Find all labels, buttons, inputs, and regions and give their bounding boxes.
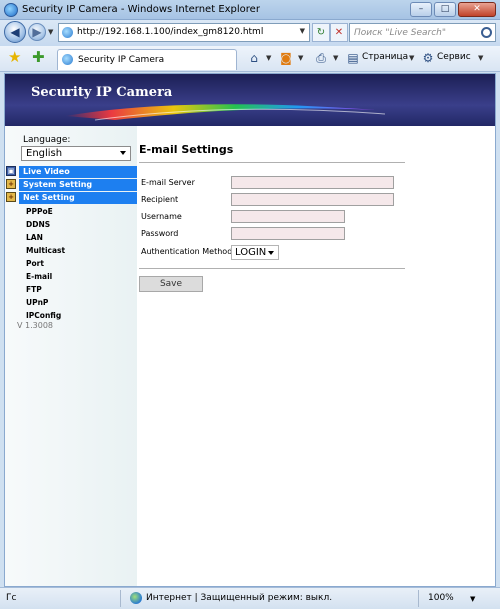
home-icon[interactable]: ⌂ [246, 50, 262, 66]
menu-item-ipconfig[interactable]: IPConfig [26, 311, 61, 320]
search-placeholder: Поиск "Live Search" [354, 28, 447, 38]
banner-brand: Security IP Camera [31, 85, 173, 100]
zoom-dropdown-icon[interactable]: ▼ [470, 595, 475, 603]
firmware-version: V 1.3008 [17, 321, 54, 330]
tab-page-icon [62, 54, 73, 65]
window-controls: – □ ✕ [410, 2, 496, 17]
menu-item-pppoe[interactable]: PPPoE [26, 207, 53, 216]
forward-icon[interactable]: ▶ [28, 23, 46, 41]
page-icon [62, 27, 73, 38]
expand-plus-icon[interactable]: + [6, 179, 16, 189]
camera-icon: ▣ [6, 166, 16, 176]
back-icon[interactable]: ◀ [4, 21, 26, 43]
status-bar: Гс Интернет | Защищенный режим: выкл. 10… [0, 587, 500, 609]
username-label: Username [141, 212, 182, 221]
tab-security-ip-camera[interactable]: Security IP Camera [57, 49, 237, 70]
language-select[interactable]: English [21, 146, 131, 161]
history-dropdown-icon[interactable]: ▼ [48, 28, 53, 36]
collapse-icon[interactable]: + [6, 192, 16, 202]
title-bar: Security IP Camera - Windows Internet Ex… [0, 0, 500, 20]
menu-item-upnp[interactable]: UPnP [26, 298, 48, 307]
menu-item-lan[interactable]: LAN [26, 233, 43, 242]
page-menu-dropdown-icon[interactable]: ▼ [409, 54, 414, 62]
search-icon[interactable] [481, 27, 492, 38]
divider [418, 590, 419, 607]
page-menu[interactable]: Страница [362, 52, 408, 62]
email-settings-panel: E-mail Settings E-mail Server Recipient … [137, 126, 495, 586]
page-title: E-mail Settings [139, 143, 234, 156]
auth-method-value: LOGIN [235, 247, 267, 258]
url-text: http://192.168.1.100/index_gm8120.html [77, 27, 264, 37]
menu-net-setting[interactable]: Net Setting [19, 192, 137, 204]
url-input[interactable]: http://192.168.1.100/index_gm8120.html ▼ [58, 23, 310, 42]
language-value: English [26, 148, 63, 159]
search-input[interactable]: Поиск "Live Search" [349, 23, 496, 42]
divider [120, 590, 121, 607]
chevron-down-icon [268, 251, 274, 255]
rss-dropdown-icon[interactable]: ▼ [298, 54, 303, 62]
username-field[interactable] [231, 210, 345, 223]
close-button[interactable]: ✕ [458, 2, 496, 17]
refresh-icon[interactable]: ↻ [312, 23, 330, 42]
zoom-level[interactable]: 100% [428, 593, 454, 603]
camera-banner: Security IP Camera [5, 74, 495, 126]
save-button[interactable]: Save [139, 276, 203, 292]
print-dropdown-icon[interactable]: ▼ [333, 54, 338, 62]
home-dropdown-icon[interactable]: ▼ [266, 54, 271, 62]
page-menu-icon[interactable]: ▤ [345, 50, 361, 66]
menu-item-ddns[interactable]: DDNS [26, 220, 50, 229]
chevron-down-icon [120, 151, 126, 155]
ie-icon [4, 3, 18, 17]
menu-item-ftp[interactable]: FTP [26, 285, 42, 294]
command-bar: ★ ✚ Security IP Camera ⌂ ▼ ◙ ▼ ⎙ ▼ ▤ Стр… [0, 46, 500, 72]
menu-item-multicast[interactable]: Multicast [26, 246, 65, 255]
rainbow-swoosh-graphic [65, 104, 386, 121]
auth-method-label: Authentication Method [141, 247, 233, 256]
language-label: Language: [23, 135, 71, 145]
sidebar: Language: English ▣ Live Video + System … [5, 126, 137, 586]
auth-method-select[interactable]: LOGIN [231, 245, 279, 260]
maximize-button[interactable]: □ [434, 2, 456, 17]
recipient-label: Recipient [141, 195, 179, 204]
page-viewport: Security IP Camera Language: English ▣ L… [4, 73, 496, 587]
menu-system-setting[interactable]: System Setting [19, 179, 137, 191]
status-text: Гс [6, 593, 17, 603]
internet-zone-icon [130, 592, 142, 604]
menu-live-video[interactable]: Live Video [19, 166, 137, 178]
tools-menu[interactable]: Сервис [437, 52, 471, 62]
email-server-label: E-mail Server [141, 178, 195, 187]
password-field[interactable] [231, 227, 345, 240]
rss-feed-icon[interactable]: ◙ [278, 50, 294, 66]
favorites-star-icon[interactable]: ★ [8, 49, 21, 66]
tools-menu-dropdown-icon[interactable]: ▼ [478, 54, 483, 62]
add-favorite-icon[interactable]: ✚ [32, 49, 45, 66]
minimize-button[interactable]: – [410, 2, 432, 17]
print-icon[interactable]: ⎙ [313, 50, 329, 66]
recipient-field[interactable] [231, 193, 394, 206]
security-zone-text[interactable]: Интернет | Защищенный режим: выкл. [146, 593, 332, 603]
password-label: Password [141, 229, 179, 238]
tools-gear-icon[interactable]: ⚙ [420, 50, 436, 66]
email-server-field[interactable] [231, 176, 394, 189]
menu-item-port[interactable]: Port [26, 259, 44, 268]
stop-icon[interactable]: ✕ [330, 23, 348, 42]
tab-label: Security IP Camera [78, 55, 165, 65]
divider [139, 162, 405, 163]
window-title: Security IP Camera - Windows Internet Ex… [22, 4, 260, 15]
menu-item-email[interactable]: E-mail [26, 272, 52, 281]
divider [139, 268, 405, 269]
address-bar: ◀ ▶ ▼ http://192.168.1.100/index_gm8120.… [0, 20, 500, 46]
url-dropdown-icon[interactable]: ▼ [300, 27, 305, 35]
